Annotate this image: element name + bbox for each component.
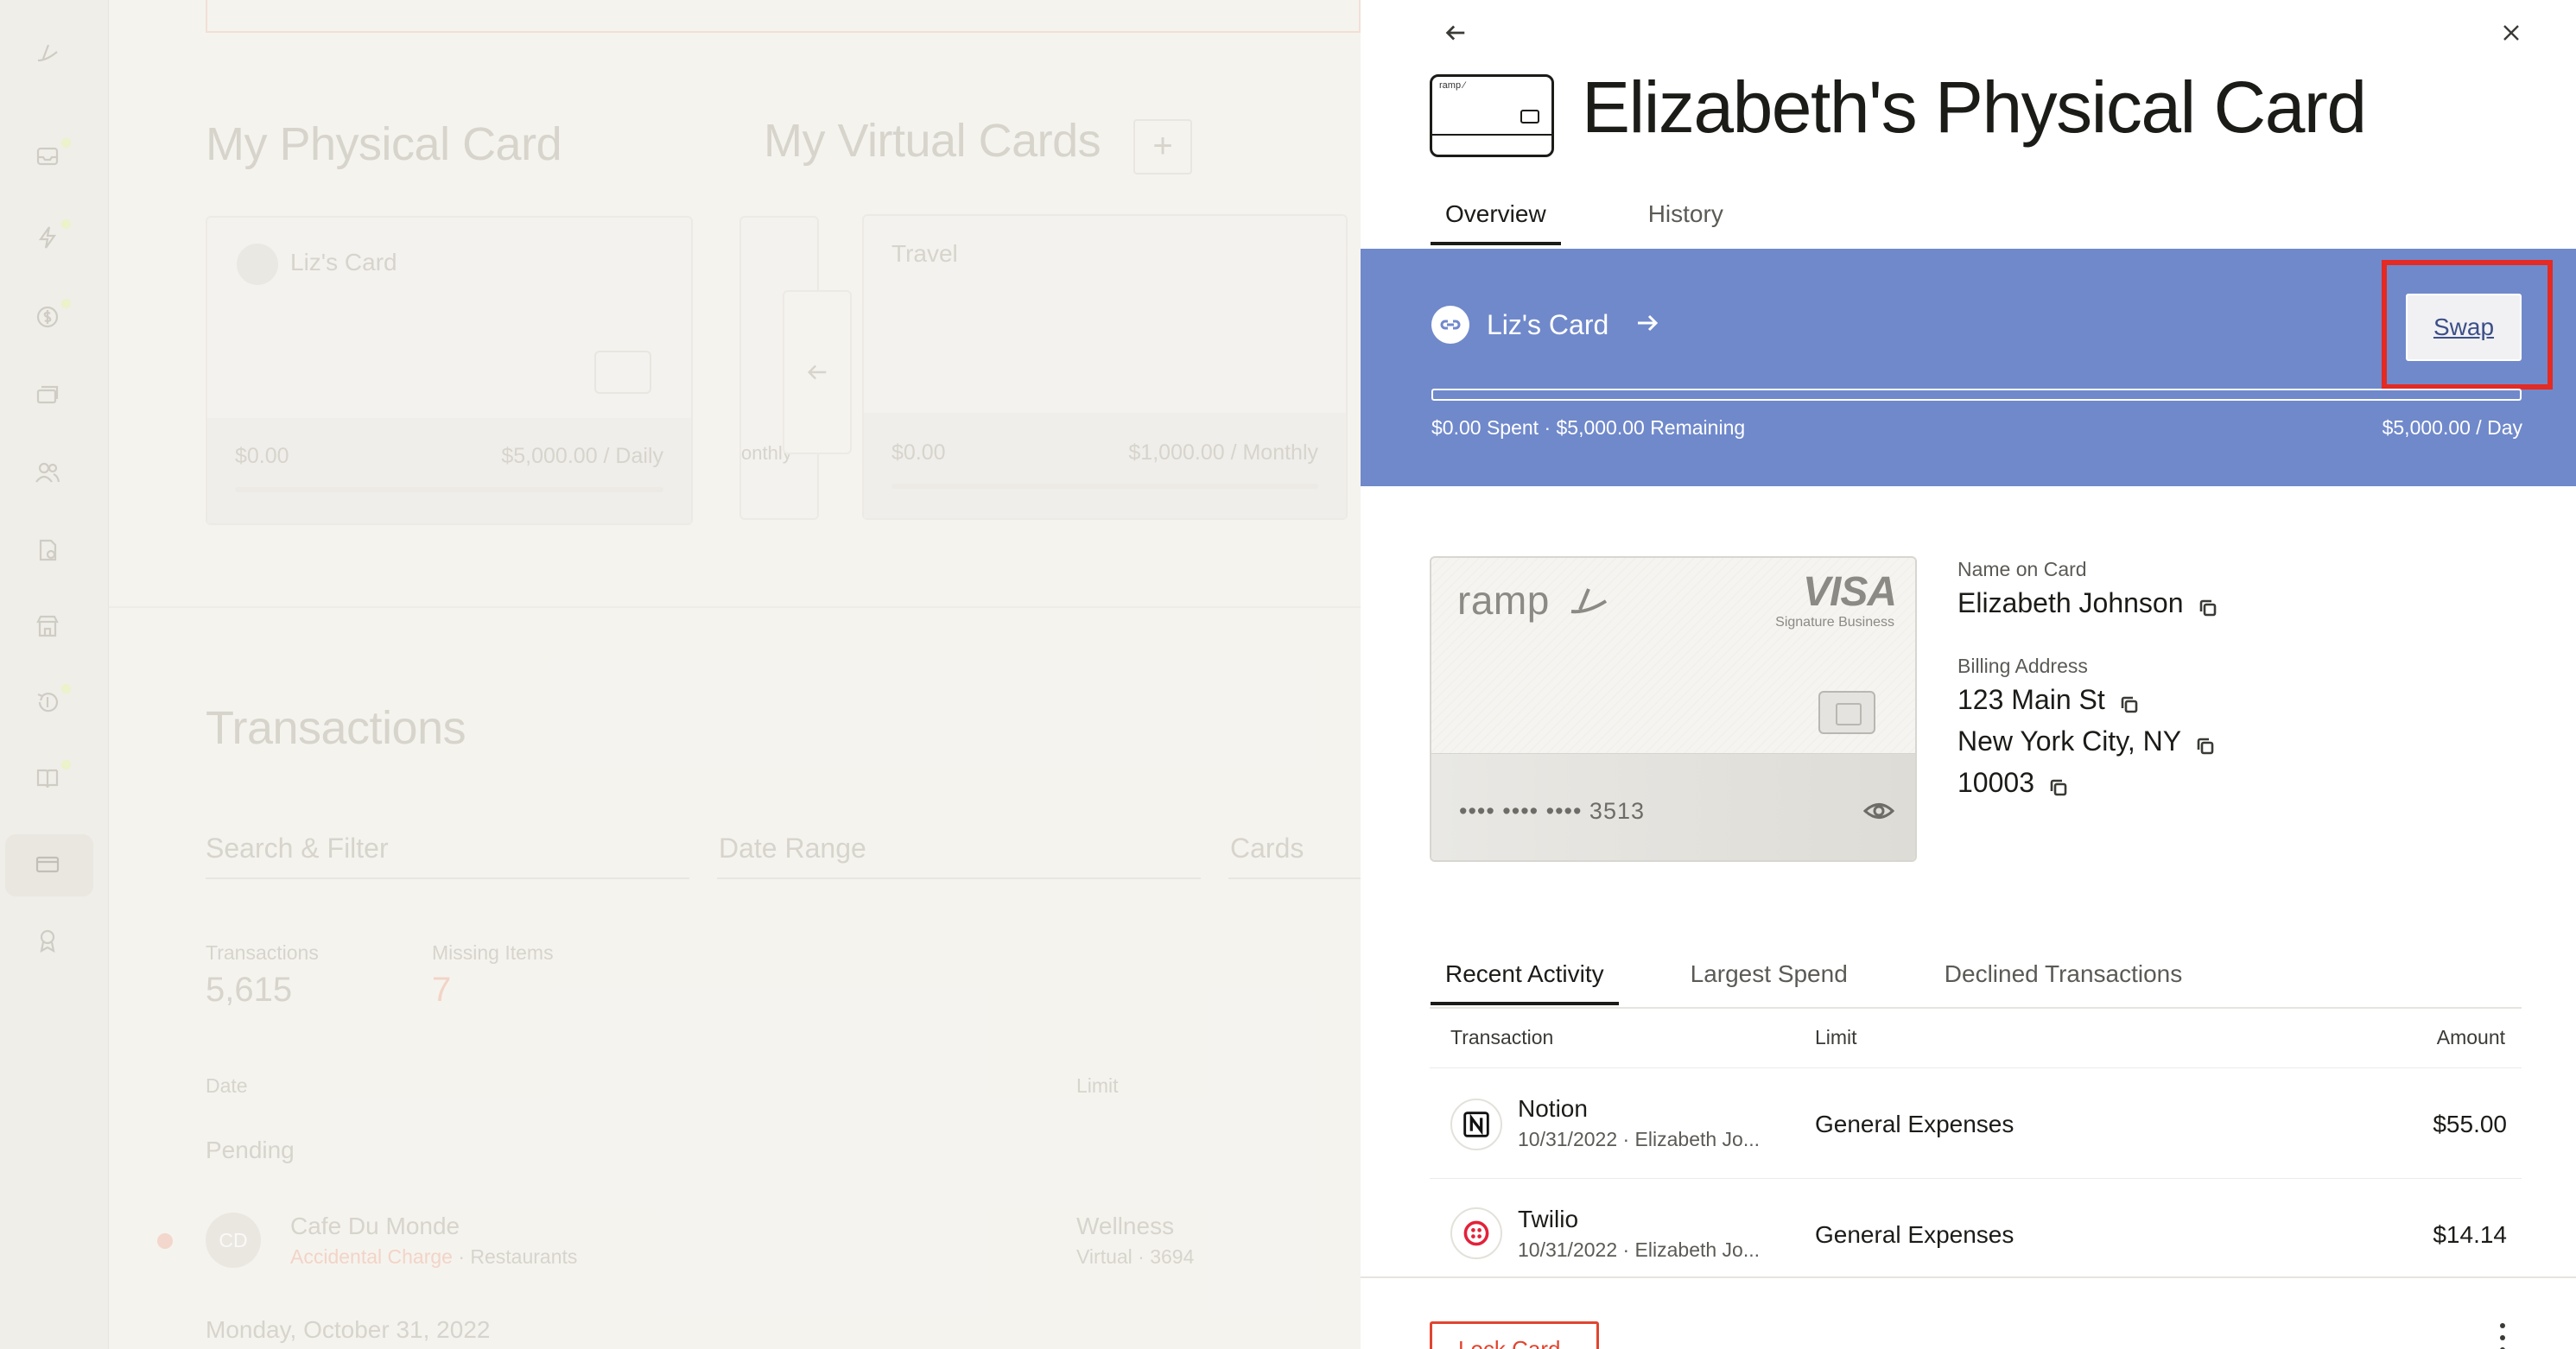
swap-button[interactable]: Swap — [2406, 294, 2522, 361]
row-1-merchant[interactable]: Notion — [1518, 1095, 1588, 1123]
chip-icon — [1818, 691, 1875, 734]
activity-divider — [1430, 1007, 2522, 1009]
name-on-card-row: Elizabeth Johnson — [1957, 587, 2218, 619]
drawer-tabs: Overview History — [1431, 200, 1738, 245]
notion-logo-icon — [1450, 1099, 1502, 1150]
eye-icon[interactable] — [1862, 798, 1895, 824]
tab-history[interactable]: History — [1634, 200, 1738, 228]
drawer-footer: Lock Card — [1361, 1276, 2576, 1349]
column-amount: Amount — [2436, 1026, 2505, 1048]
link-icon — [1431, 306, 1469, 344]
ramp-logo-icon — [1570, 588, 1608, 614]
address-line2: New York City, NY — [1957, 725, 2182, 757]
name-on-card-label: Name on Card — [1957, 558, 2087, 580]
activity-tabs: Recent Activity Largest Spend Declined T… — [1431, 960, 2197, 1005]
more-options-icon[interactable] — [2500, 1323, 2509, 1349]
tab-largest-spend[interactable]: Largest Spend — [1676, 960, 1862, 988]
masked-card-number: •••• •••• •••• 3513 — [1459, 798, 1646, 824]
address-line2-row: New York City, NY — [1957, 725, 2216, 757]
tab-declined-transactions[interactable]: Declined Transactions — [1930, 960, 2197, 988]
tab-overview[interactable]: Overview — [1431, 200, 1561, 245]
address-line3-row: 10003 — [1957, 767, 2069, 799]
page-title: Elizabeth's Physical Card — [1582, 66, 2367, 148]
card-network: VISA — [1802, 569, 1897, 615]
close-button[interactable] — [2496, 17, 2527, 48]
column-limit: Limit — [1815, 1026, 1857, 1048]
row-2-amount: $14.14 — [2433, 1221, 2507, 1248]
arrow-right-icon — [1634, 310, 1660, 340]
modal-backdrop[interactable] — [0, 0, 1361, 1349]
address-line1: 123 Main St — [1957, 684, 2105, 715]
row-1-limit: General Expenses — [1815, 1111, 2014, 1137]
card-thumbnail-icon: ramp ⁄ — [1430, 74, 1554, 157]
twilio-logo-icon — [1450, 1207, 1502, 1259]
card-detail-drawer: ramp ⁄ Elizabeth's Physical Card Overvie… — [1361, 0, 2576, 1349]
background-app: My Physical Card My Virtual Cards + Liz'… — [0, 0, 1361, 1349]
linked-card-banner: Liz's Card Swap $0.00 Spent · $5,000.00 … — [1361, 249, 2576, 486]
name-on-card-value: Elizabeth Johnson — [1957, 587, 2184, 618]
column-transaction: Transaction — [1450, 1026, 1554, 1048]
linked-card-name: Liz's Card — [1487, 308, 1609, 340]
row-2-merchant[interactable]: Twilio — [1518, 1206, 1578, 1233]
row-2-limit: General Expenses — [1815, 1221, 2014, 1248]
row-1-amount: $55.00 — [2433, 1111, 2507, 1137]
card-brand: ramp — [1457, 578, 1550, 623]
copy-icon[interactable] — [2119, 690, 2140, 712]
row-1-sub: 10/31/2022 · Elizabeth Jo... — [1518, 1128, 1761, 1150]
address-line1-row: 123 Main St — [1957, 684, 2140, 716]
tab-recent-activity[interactable]: Recent Activity — [1431, 960, 1619, 1005]
spend-progress-bar — [1431, 389, 2522, 401]
close-icon — [2503, 25, 2519, 41]
copy-icon[interactable] — [2195, 732, 2216, 754]
address-line3: 10003 — [1957, 767, 2034, 798]
billing-address-label: Billing Address — [1957, 655, 2088, 677]
row-2-sub: 10/31/2022 · Elizabeth Jo... — [1518, 1238, 1761, 1261]
lock-card-button[interactable]: Lock Card — [1430, 1321, 1599, 1349]
card-image: ramp VISA Signature Business •••• •••• •… — [1430, 556, 1917, 862]
copy-icon[interactable] — [2198, 593, 2218, 616]
linked-card-link[interactable]: Liz's Card — [1431, 306, 1660, 344]
limit-text: $5,000.00 / Day — [2382, 416, 2522, 439]
thumb-logo: ramp ⁄ — [1439, 80, 1465, 91]
spent-remaining-text: $0.00 Spent · $5,000.00 Remaining — [1431, 416, 1746, 439]
back-button[interactable] — [1440, 17, 1471, 48]
copy-icon[interactable] — [2048, 773, 2069, 795]
card-network-sub: Signature Business — [1775, 615, 1894, 630]
arrow-left-icon — [1445, 25, 1465, 41]
